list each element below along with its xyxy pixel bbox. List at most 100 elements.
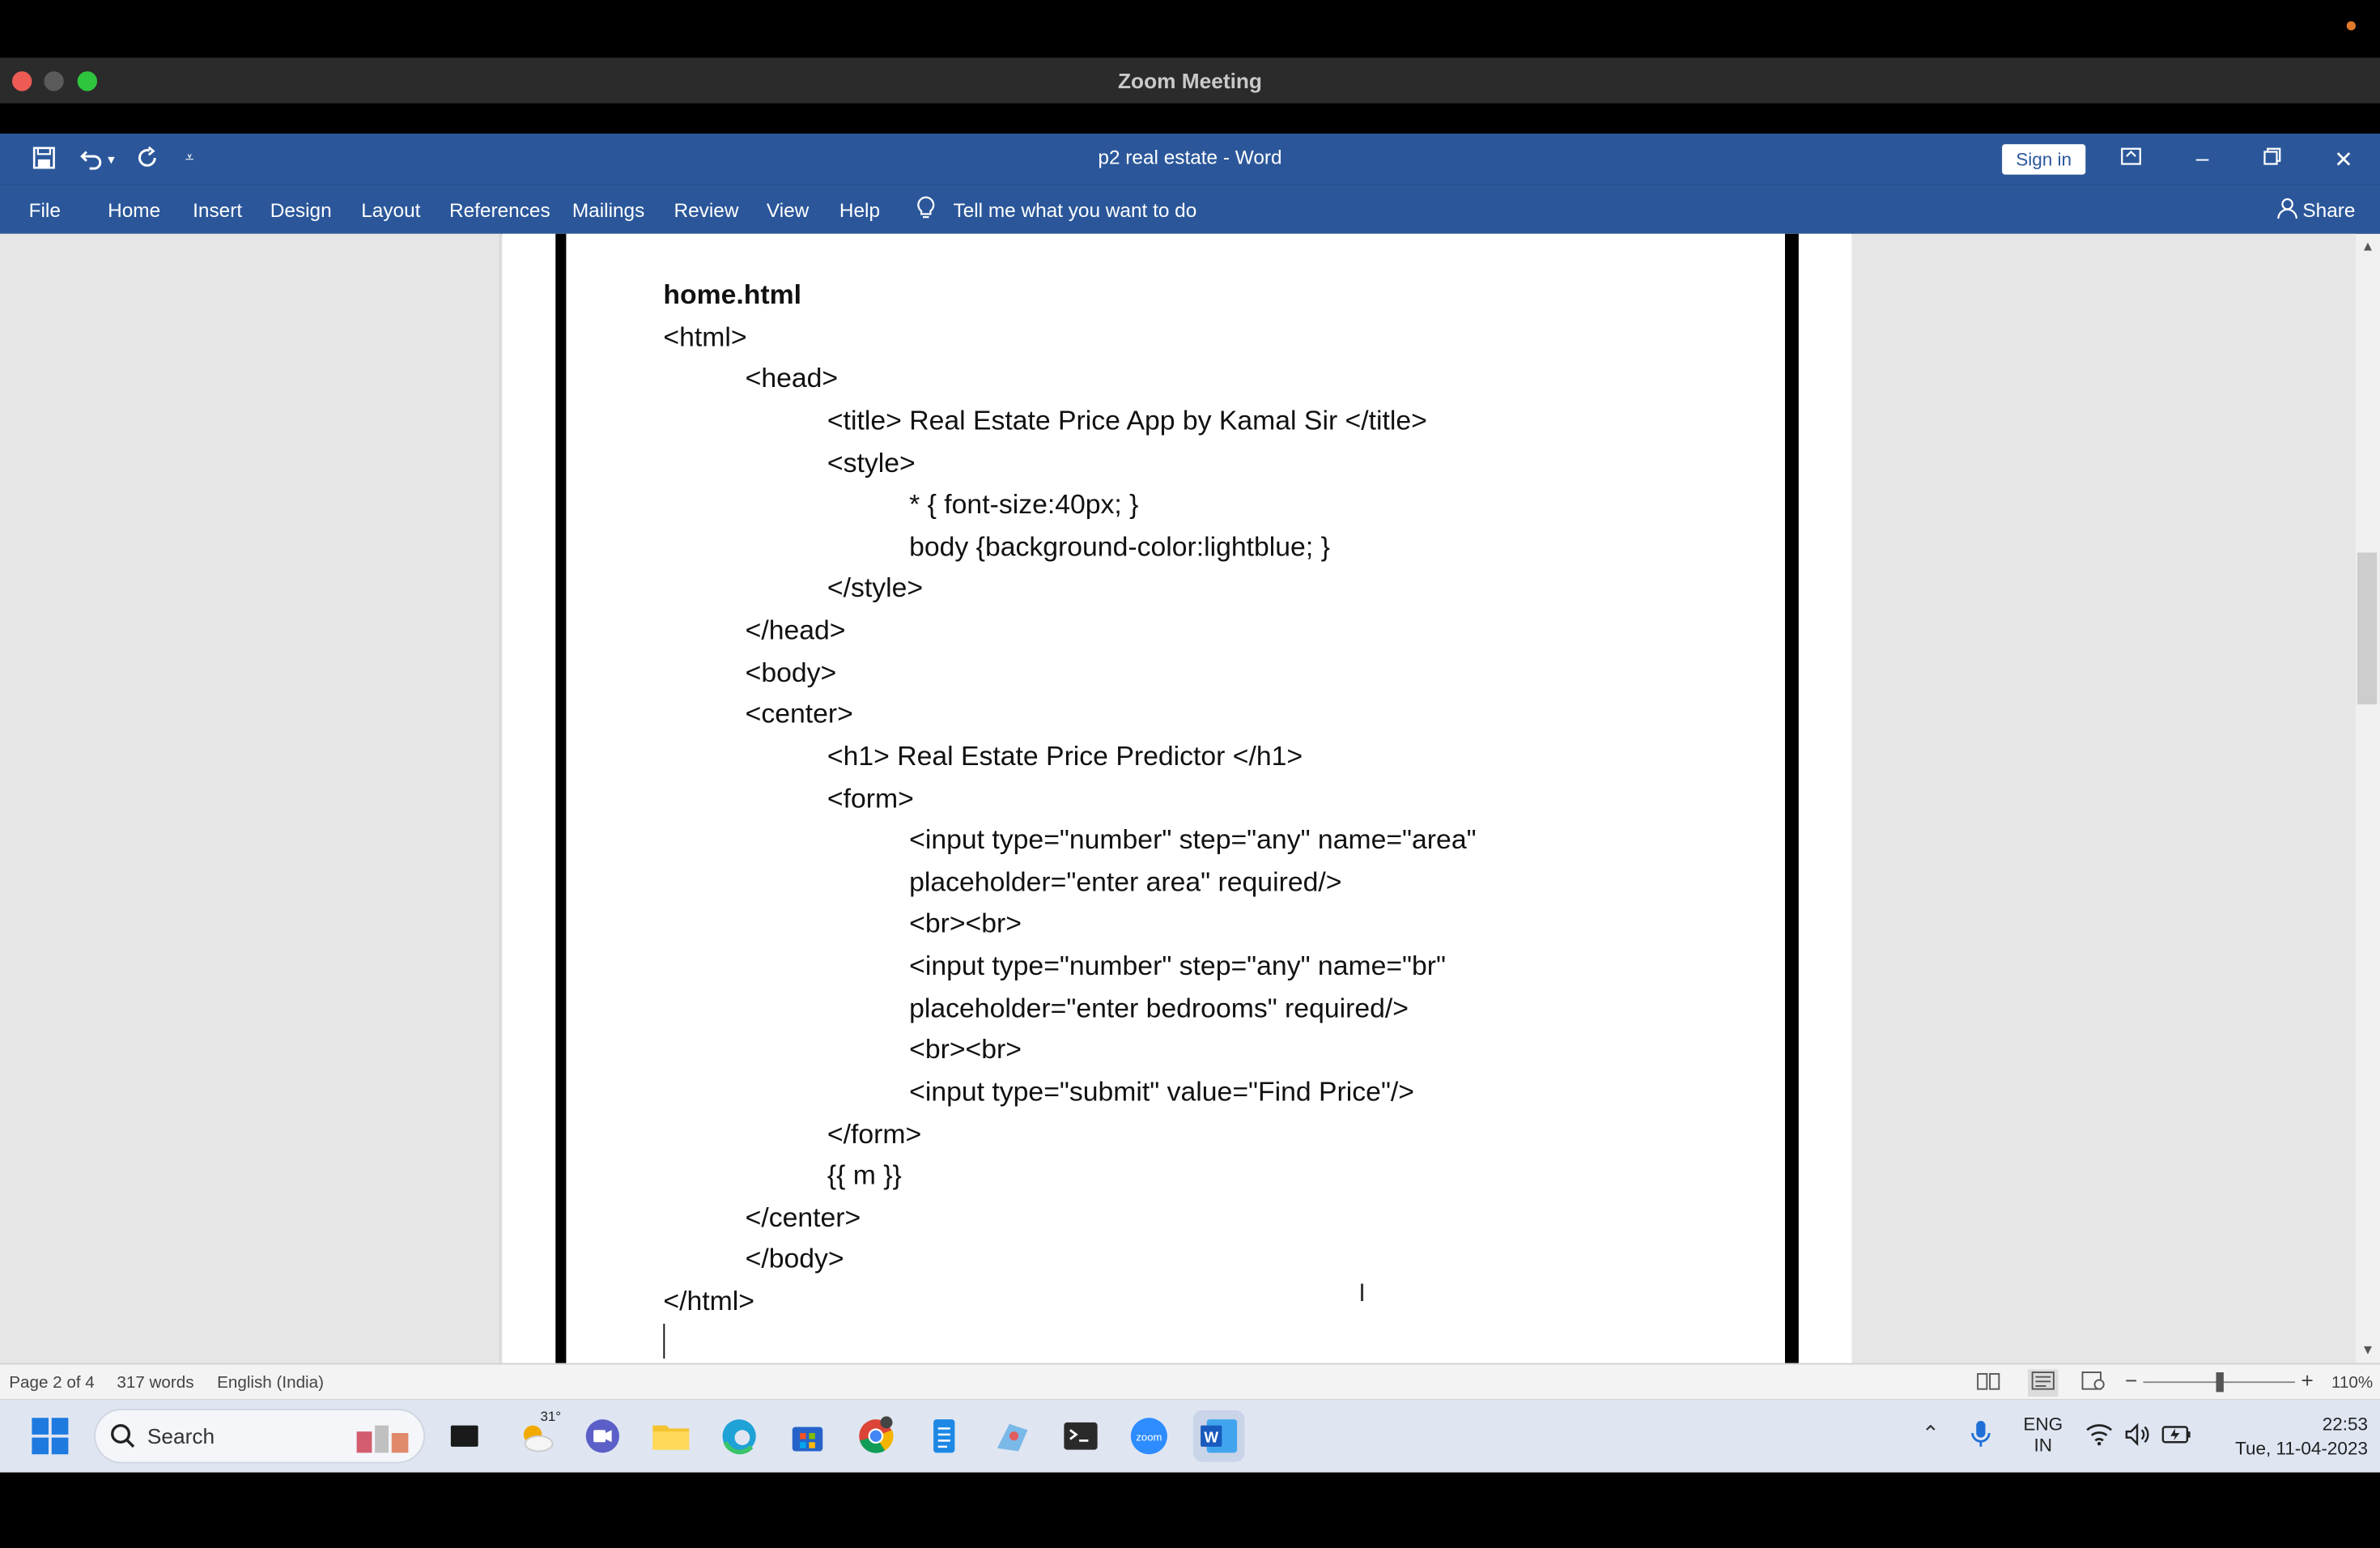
tab-help[interactable]: Help <box>839 199 880 222</box>
battery-icon[interactable] <box>2161 1424 2192 1453</box>
tab-view[interactable]: View <box>767 199 809 222</box>
file-explorer-icon[interactable] <box>650 1415 693 1458</box>
scrollbar-thumb[interactable] <box>2357 552 2378 704</box>
edge-browser-icon[interactable] <box>718 1415 761 1458</box>
terminal-icon[interactable] <box>1060 1415 1103 1458</box>
language-code: ENG <box>2023 1413 2063 1435</box>
top-bar <box>0 0 2380 58</box>
tab-review[interactable]: Review <box>674 199 739 222</box>
tab-layout[interactable]: Layout <box>361 199 420 222</box>
code-line: <head> <box>745 363 839 393</box>
ribbon-tabs: File Home Insert Design Layout Reference… <box>0 185 2380 234</box>
chrome-icon[interactable] <box>855 1415 898 1458</box>
microphone-icon[interactable] <box>1970 1419 1991 1457</box>
clock-time: 22:53 <box>2322 1413 2368 1435</box>
word-count[interactable]: 317 words <box>117 1374 193 1393</box>
screen: Zoom Meeting ▾ ⩡ p2 real estate - Word –… <box>0 0 2380 1548</box>
language-indicator[interactable]: English (India) <box>217 1374 324 1393</box>
zoom-toolbar-strip <box>0 103 2380 134</box>
tab-design[interactable]: Design <box>270 199 332 222</box>
code-line: placeholder="enter bedrooms" required/> <box>909 993 1409 1023</box>
code-line: </html> <box>663 1286 754 1316</box>
teams-chat-icon[interactable] <box>581 1415 624 1458</box>
code-line: <br><br> <box>909 908 1022 938</box>
search-highlight-icon <box>347 1419 417 1463</box>
right-margin-pane <box>1853 233 2356 1363</box>
svg-text:W: W <box>1204 1428 1218 1445</box>
region-code: IN <box>2034 1434 2053 1457</box>
code-line: <input type="submit" value="Find Price"/… <box>909 1076 1415 1107</box>
share-button[interactable]: Share <box>2302 199 2355 222</box>
ribbon-display-icon[interactable] <box>2113 146 2149 172</box>
recording-indicator <box>2346 21 2356 31</box>
bottom-bar <box>0 1472 2380 1548</box>
code-line: </head> <box>745 615 846 645</box>
tab-references[interactable]: References <box>449 199 550 222</box>
show-hidden-icons-icon[interactable]: ⌃ <box>1922 1421 1940 1447</box>
weather-temp: 31° <box>540 1409 562 1424</box>
store-icon[interactable] <box>786 1415 829 1458</box>
code-line: body {background-color:lightblue; } <box>909 531 1330 562</box>
weather-icon[interactable]: 31° <box>516 1409 561 1458</box>
zoom-titlebar: Zoom Meeting <box>0 57 2380 104</box>
wifi-icon[interactable] <box>2085 1423 2113 1454</box>
taskbar-search-box[interactable]: Search <box>94 1409 425 1464</box>
tell-me-search[interactable]: Tell me what you want to do <box>954 199 1197 222</box>
zoom-level[interactable]: 110% <box>2331 1374 2373 1393</box>
notepad-icon[interactable] <box>923 1415 966 1458</box>
code-line: <h1> Real Estate Price Predictor </h1> <box>827 741 1303 772</box>
code-line: <html> <box>663 321 747 353</box>
lightbulb-icon <box>916 196 937 225</box>
scroll-up-icon[interactable]: ▲ <box>2357 238 2378 253</box>
code-line: <input type="number" step="any" name="br… <box>909 950 1447 981</box>
clock[interactable]: 22:53 Tue, 11-04-2023 <box>2201 1412 2368 1461</box>
share-person-icon[interactable] <box>2277 198 2298 225</box>
tab-insert[interactable]: Insert <box>193 199 242 222</box>
read-mode-icon[interactable] <box>1976 1371 2000 1395</box>
code-line: * { font-size:40px; } <box>909 488 1139 520</box>
close-icon[interactable]: ✕ <box>2326 146 2362 173</box>
zoom-in-icon[interactable]: + <box>2301 1367 2314 1392</box>
zoom-out-icon[interactable]: − <box>2125 1367 2137 1392</box>
document-heading: home.html <box>663 279 802 310</box>
ibeam-cursor-icon: Ι <box>1358 1278 1366 1308</box>
code-line: <input type="number" step="any" name="ar… <box>909 824 1477 855</box>
page-border-left <box>555 233 567 1363</box>
code-line: <br><br> <box>909 1033 1022 1065</box>
code-line: placeholder="enter area" required/> <box>909 866 1342 898</box>
windows-start-icon[interactable] <box>31 1416 70 1463</box>
tab-mailings[interactable]: Mailings <box>572 199 644 222</box>
search-icon <box>109 1423 137 1457</box>
volume-icon[interactable] <box>2123 1423 2151 1454</box>
code-line: <body> <box>745 657 837 688</box>
tab-file[interactable]: File <box>29 199 61 222</box>
page-border-right <box>1785 233 1799 1363</box>
code-line: </body> <box>745 1243 844 1274</box>
input-language[interactable]: ENG IN <box>2023 1414 2063 1457</box>
zoom-window-title: Zoom Meeting <box>1118 68 1262 93</box>
search-label: Search <box>147 1423 215 1448</box>
left-margin-pane <box>0 233 501 1363</box>
scroll-down-icon[interactable]: ▼ <box>2357 1342 2378 1358</box>
vertical-scrollbar[interactable] <box>2356 233 2380 1363</box>
sign-in-button[interactable]: Sign in <box>2002 144 2086 175</box>
task-view-icon[interactable] <box>444 1415 487 1458</box>
print-layout-icon[interactable] <box>2028 1369 2059 1397</box>
page-count[interactable]: Page 2 of 4 <box>9 1374 95 1393</box>
code-line: </form> <box>827 1118 922 1150</box>
code-line: </style> <box>827 572 924 603</box>
paint-icon[interactable] <box>991 1415 1034 1458</box>
status-bar: Page 2 of 4 317 words English (India) − … <box>0 1363 2380 1400</box>
minimize-icon[interactable]: – <box>2184 146 2221 172</box>
web-layout-icon[interactable] <box>2081 1371 2106 1395</box>
tab-home[interactable]: Home <box>108 199 160 222</box>
text-caret <box>663 1324 665 1359</box>
word-app-icon[interactable]: W <box>1192 1410 1245 1462</box>
code-line: <center> <box>745 698 853 729</box>
restore-icon[interactable] <box>2254 146 2290 172</box>
zoom-app-icon[interactable]: zoom <box>1128 1415 1171 1458</box>
svg-text:zoom: zoom <box>1136 1431 1162 1443</box>
code-line: <form> <box>827 783 914 814</box>
code-line: {{ m }} <box>827 1159 902 1191</box>
zoom-slider-handle[interactable] <box>2216 1372 2224 1393</box>
